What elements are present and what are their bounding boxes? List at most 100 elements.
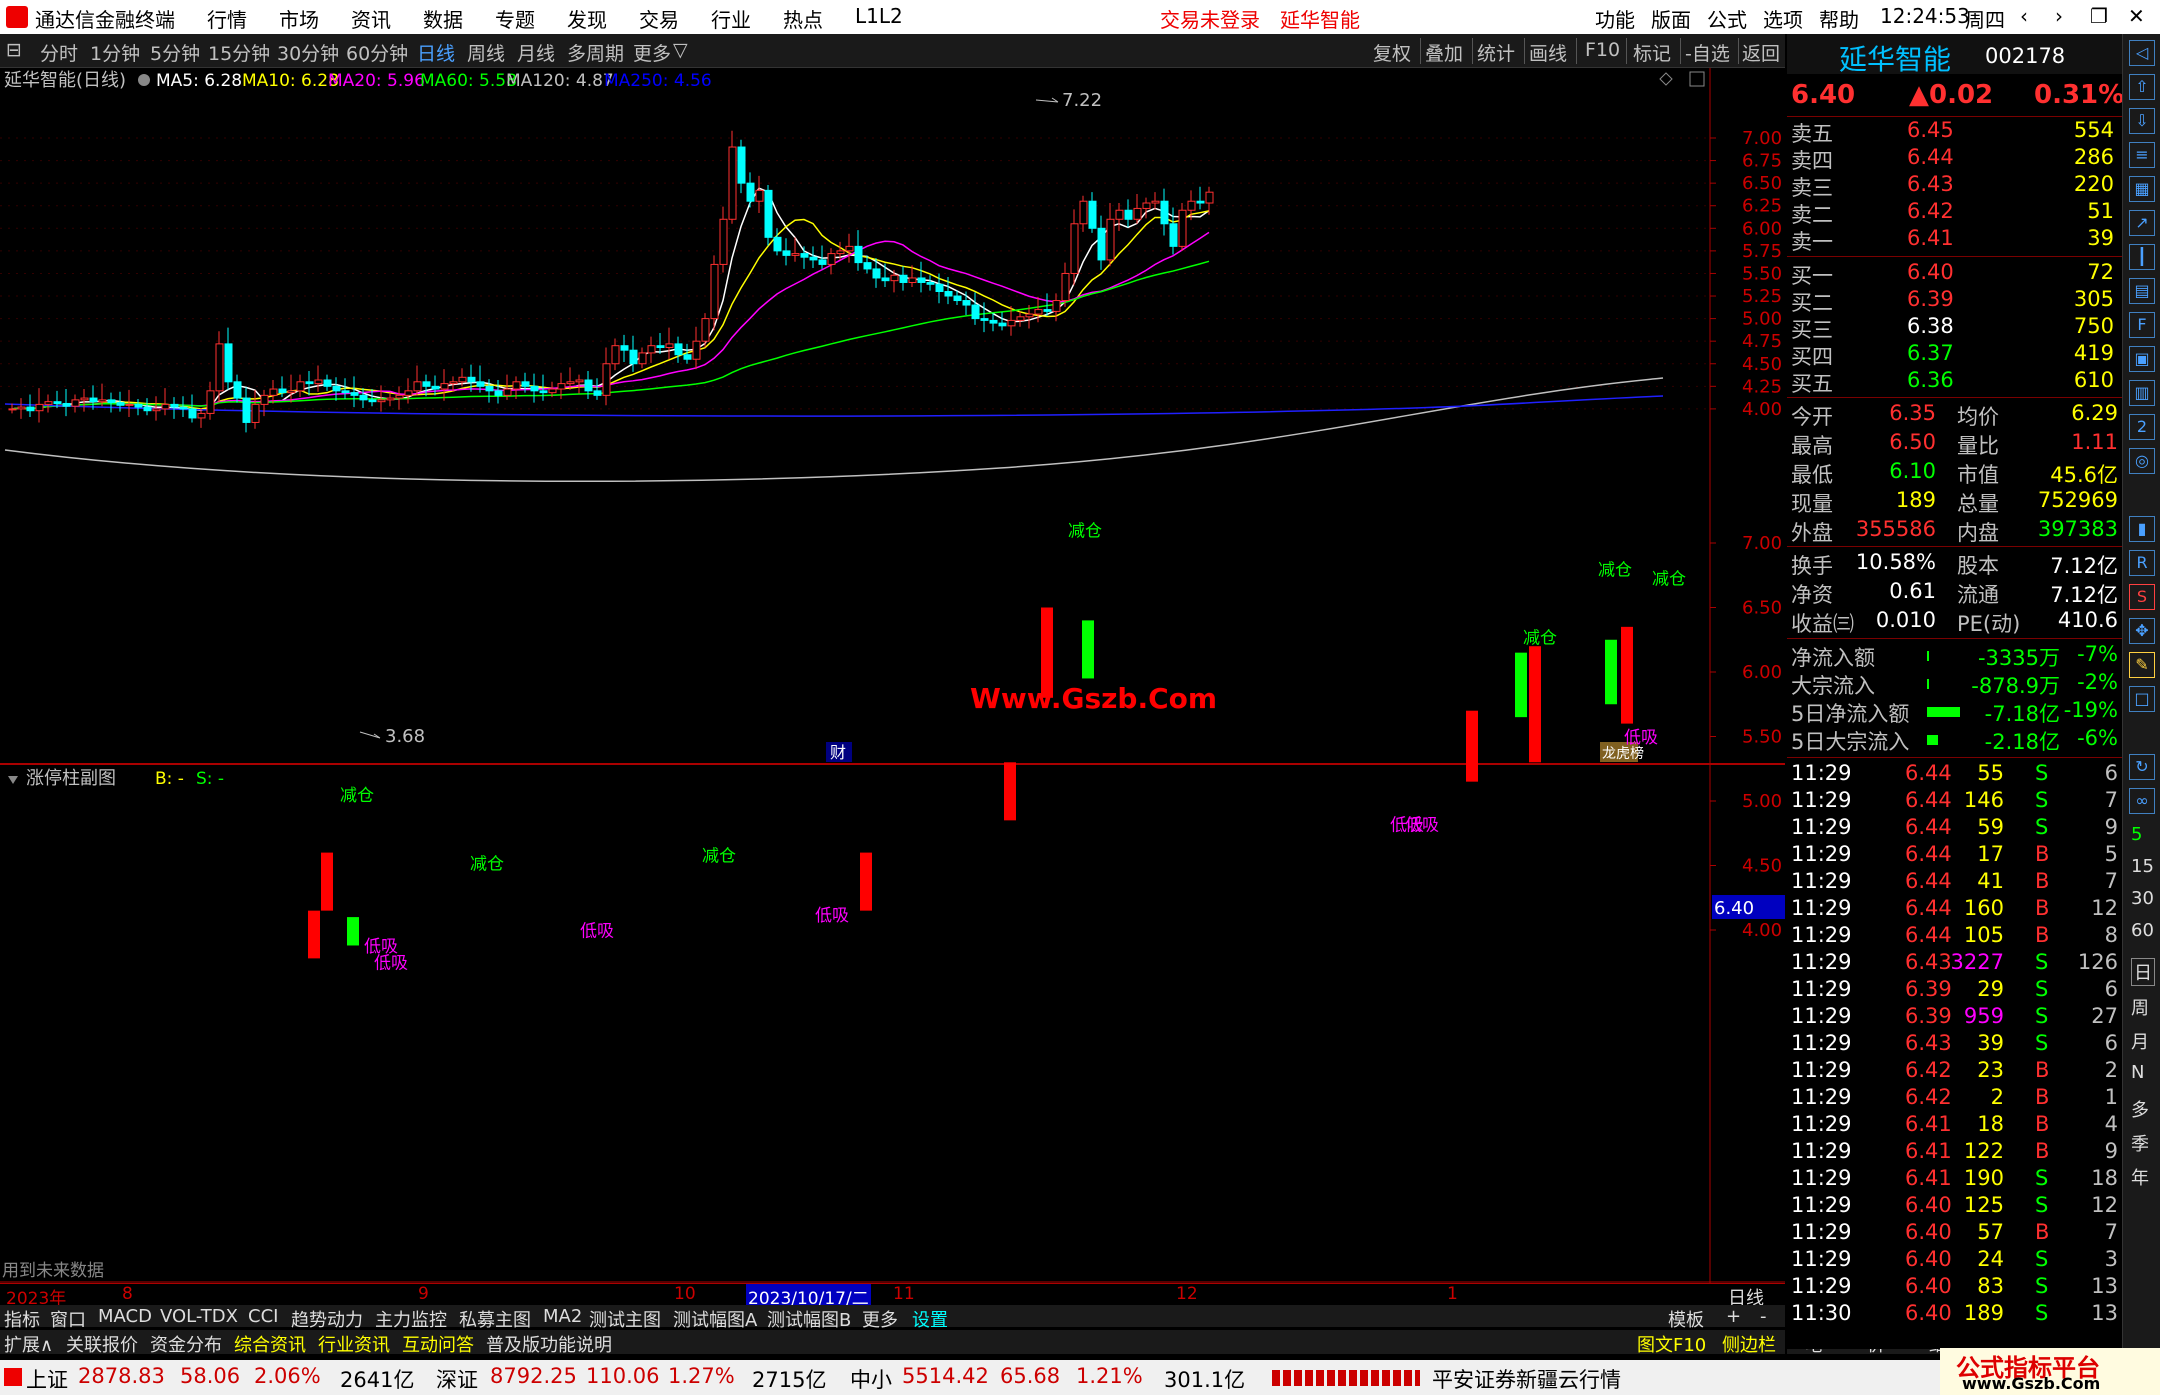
tab-pubanji[interactable]: 普及版功能说明 — [486, 1331, 612, 1357]
btn-tongji[interactable]: 统计 — [1477, 39, 1515, 66]
menu-zhuanti[interactable]: 专题 — [495, 4, 535, 33]
tf-60min[interactable]: 60分钟 — [346, 39, 408, 66]
grid-icon[interactable]: ▦ — [2129, 176, 2155, 202]
tf-week[interactable]: 周线 — [467, 39, 505, 66]
collapse-icon[interactable]: ◁ — [2129, 40, 2155, 66]
s-icon[interactable]: S — [2129, 584, 2155, 610]
menu-redian[interactable]: 热点 — [783, 4, 823, 33]
tf-fenshi[interactable]: 分时 — [40, 39, 78, 66]
tf-more-arrow-icon[interactable]: ▽ — [673, 39, 688, 61]
menu-gongneng[interactable]: 功能 — [1595, 4, 1635, 33]
tf-30min[interactable]: 30分钟 — [277, 39, 339, 66]
period-15[interactable]: 15 — [2131, 856, 2154, 877]
settings-dot-icon[interactable] — [138, 74, 150, 86]
f2-icon[interactable]: 2 — [2129, 414, 2155, 440]
zx-label[interactable]: 中小 — [850, 1364, 892, 1394]
list-icon[interactable]: ≡ — [2129, 142, 2155, 168]
arrow-down-icon[interactable]: ⇩ — [2129, 108, 2155, 134]
tab-kuozhan[interactable]: 扩展∧ — [4, 1331, 53, 1357]
period-day[interactable]: 日 — [2131, 958, 2155, 986]
period-5[interactable]: 5 — [2131, 824, 2142, 845]
pie-icon[interactable]: ◎ — [2129, 448, 2155, 474]
tab-f10-tuwen[interactable]: 图文F10 — [1637, 1331, 1706, 1357]
tf-5min[interactable]: 5分钟 — [150, 39, 200, 66]
menu-gongshi[interactable]: 公式 — [1707, 4, 1747, 33]
menu-bangzhu[interactable]: 帮助 — [1819, 4, 1859, 33]
btn-biaoji[interactable]: 标记 — [1633, 39, 1671, 66]
btn-diejia[interactable]: 叠加 — [1425, 39, 1463, 66]
box-icon[interactable]: □ — [2129, 686, 2155, 712]
period-n[interactable]: N — [2131, 1062, 2144, 1083]
tab-hangye[interactable]: 行业资讯 — [318, 1331, 390, 1357]
tf-more[interactable]: 更多 — [633, 39, 671, 66]
btn-huaxian[interactable]: 画线 — [1529, 39, 1567, 66]
login-status[interactable]: 交易未登录 — [1160, 4, 1260, 33]
btn-muban[interactable]: 模板 — [1668, 1306, 1704, 1332]
f10-icon[interactable]: F — [2129, 312, 2155, 338]
tab-qushi[interactable]: 趋势动力 — [291, 1306, 363, 1332]
btn-plus[interactable]: + — [1726, 1306, 1741, 1327]
panel-toggle-icon[interactable] — [1689, 71, 1705, 87]
tab-hudong[interactable]: 互动问答 — [402, 1331, 474, 1357]
tab-ceshi-b[interactable]: 测试幅图B — [767, 1306, 851, 1332]
btn-fuquan[interactable]: 复权 — [1373, 39, 1411, 66]
table-icon[interactable]: ▤ — [2129, 278, 2155, 304]
close-window-icon[interactable]: ✕ — [2128, 4, 2145, 28]
btn-zixuan[interactable]: -自选 — [1685, 39, 1730, 66]
menu-shuju[interactable]: 数据 — [423, 4, 463, 33]
link-icon[interactable]: ∞ — [2129, 788, 2155, 814]
tab-shezhi[interactable]: 设置 — [912, 1306, 948, 1332]
bars-icon[interactable]: ▮ — [2129, 516, 2155, 542]
news-icon[interactable]: ▣ — [2129, 346, 2155, 372]
menu-shichang[interactable]: 市场 — [279, 4, 319, 33]
sub-chart-collapse-icon[interactable] — [8, 776, 18, 784]
tab-macd[interactable]: MACD — [98, 1306, 152, 1327]
menu-xuanxiang[interactable]: 选项 — [1763, 4, 1803, 33]
rsi-icon[interactable]: R — [2129, 550, 2155, 576]
forward-arrow-icon[interactable]: › — [2055, 4, 2063, 28]
btn-fanhui[interactable]: 返回 — [1742, 39, 1780, 66]
period-season[interactable]: 季 — [2131, 1130, 2149, 1156]
menu-faxian[interactable]: 发现 — [567, 4, 607, 33]
menu-hangye[interactable]: 行业 — [711, 4, 751, 33]
menu-hangqing[interactable]: 行情 — [207, 4, 247, 33]
arrow-up-icon[interactable]: ⇧ — [2129, 74, 2155, 100]
kline-icon[interactable]: ┃ — [2129, 244, 2155, 270]
tab-zhuli[interactable]: 主力监控 — [375, 1306, 447, 1332]
btn-minus[interactable]: - — [1760, 1306, 1767, 1327]
kline-chart[interactable]: 延华智能(日线) MA5: 6.28 MA10: 6.28MA20: 5.96MA… — [0, 68, 1785, 1283]
period-week[interactable]: 周 — [2131, 994, 2149, 1020]
sz-label[interactable]: 深证 — [436, 1364, 478, 1394]
menu-zixun[interactable]: 资讯 — [351, 4, 391, 33]
diamond-icon[interactable] — [1659, 72, 1673, 86]
tf-15min[interactable]: 15分钟 — [208, 39, 270, 66]
tf-1min[interactable]: 1分钟 — [90, 39, 140, 66]
tab-ma2[interactable]: MA2 — [543, 1306, 582, 1327]
sh-label[interactable]: 上证 — [26, 1364, 68, 1394]
tf-day[interactable]: 日线 — [417, 39, 455, 66]
tab-zhibiao[interactable]: 指标 — [4, 1306, 40, 1332]
refresh-icon[interactable]: ↻ — [2129, 754, 2155, 780]
tf-month[interactable]: 月线 — [517, 39, 555, 66]
period-60[interactable]: 60 — [2131, 920, 2154, 941]
tf-multi[interactable]: 多周期 — [567, 39, 624, 66]
tab-ceshi-a[interactable]: 测试幅图A — [673, 1306, 757, 1332]
menu-banmian[interactable]: 版面 — [1651, 4, 1691, 33]
menu-l1l2[interactable]: L1L2 — [855, 4, 903, 28]
period-year[interactable]: 年 — [2131, 1164, 2149, 1190]
menu-jiaoyi[interactable]: 交易 — [639, 4, 679, 33]
chart-area[interactable]: 延华智能(日线) MA5: 6.28 MA10: 6.28 MA20: 5.96 MA… — [0, 68, 1785, 1283]
tab-vol-tdx[interactable]: VOL-TDX — [160, 1306, 238, 1327]
btn-f10[interactable]: F10 — [1585, 39, 1620, 61]
tab-gengduo[interactable]: 更多 — [862, 1306, 898, 1332]
line-chart-icon[interactable]: ↗ — [2129, 210, 2155, 236]
move-icon[interactable]: ✥ — [2129, 618, 2155, 644]
back-arrow-icon[interactable]: ‹ — [2020, 4, 2028, 28]
tab-zonghe[interactable]: 综合资讯 — [234, 1331, 306, 1357]
tab-ceshi-zhu[interactable]: 测试主图 — [589, 1306, 661, 1332]
tab-cci[interactable]: CCI — [248, 1306, 278, 1327]
tab-zijin[interactable]: 资金分布 — [150, 1331, 222, 1357]
restore-window-icon[interactable]: ❐ — [2090, 4, 2108, 28]
period-multi[interactable]: 多 — [2131, 1096, 2149, 1122]
period-30[interactable]: 30 — [2131, 888, 2154, 909]
